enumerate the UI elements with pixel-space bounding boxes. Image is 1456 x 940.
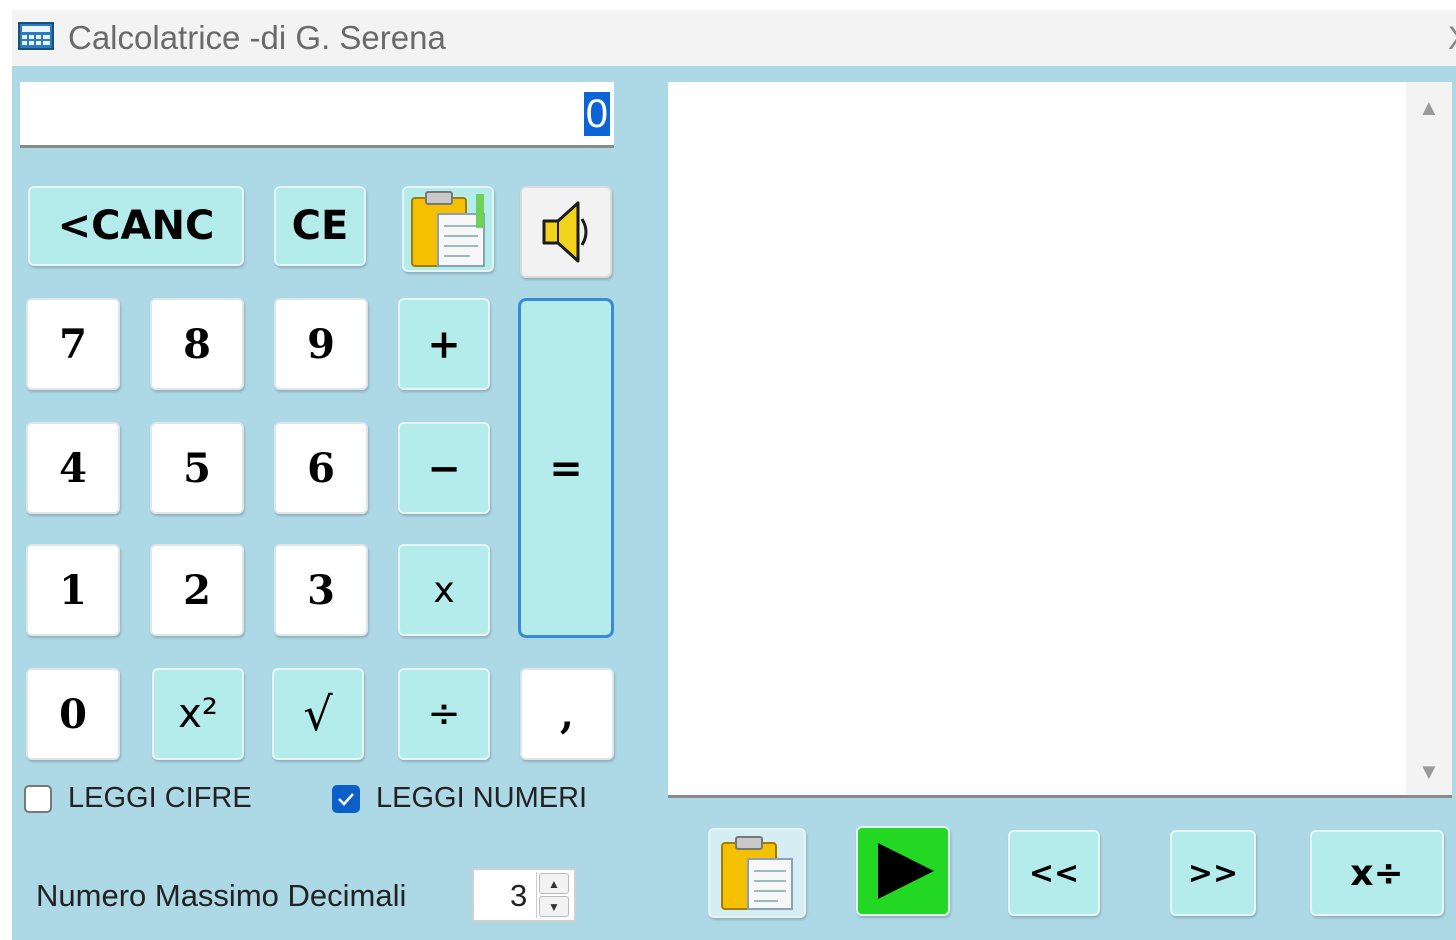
read-numbers-option[interactable]: LEGGI NUMERI [332,782,587,815]
digit-9-button[interactable]: 9 [274,298,368,390]
max-decimals-spinner[interactable]: 3 ▲ ▼ [472,868,576,922]
read-numbers-checkbox[interactable] [332,784,360,813]
read-numbers-label: LEGGI NUMERI [376,782,588,814]
digit-1-button[interactable]: 1 [26,544,120,636]
calculator-display[interactable]: 0 [20,82,614,148]
multiply-button[interactable]: x [398,544,490,636]
clipboard-paste-icon [721,836,793,910]
equals-button[interactable]: = [518,298,614,638]
close-icon[interactable]: X [1448,16,1456,60]
checkmark-icon [338,792,354,806]
operations-button[interactable]: x÷ [1310,830,1444,916]
spin-up-icon[interactable]: ▲ [539,873,569,894]
speaker-icon [542,201,588,263]
calculator-icon [18,22,54,50]
backspace-button[interactable]: <CANC [28,186,244,266]
digit-3-button[interactable]: 3 [274,544,368,636]
square-button[interactable]: x² [152,668,244,760]
history-back-button[interactable]: << [1008,830,1100,916]
scroll-up-icon[interactable]: ▲ [1418,96,1440,120]
digit-2-button[interactable]: 2 [150,544,244,636]
clipboard-paste-icon [411,191,485,267]
comma-button[interactable]: , [520,668,614,760]
title-bar: Calcolatrice -di G. Serena X [12,10,1456,66]
window-title: Calcolatrice -di G. Serena [68,19,446,56]
read-digits-option[interactable]: LEGGI CIFRE [24,782,252,815]
read-digits-label: LEGGI CIFRE [68,782,252,814]
history-paste-button[interactable] [708,828,806,918]
read-digits-checkbox[interactable] [24,784,52,813]
max-decimals-value: 3 [510,878,528,913]
history-scrollbar[interactable]: ▲ ▼ [1406,82,1452,795]
digit-7-button[interactable]: 7 [26,298,120,390]
digit-6-button[interactable]: 6 [274,422,368,514]
digit-0-button[interactable]: 0 [26,668,120,760]
play-icon [878,843,934,899]
scroll-down-icon[interactable]: ▼ [1418,760,1440,784]
minus-button[interactable]: − [398,422,490,514]
max-decimals-label: Numero Massimo Decimali [36,878,407,913]
spinner-buttons: ▲ ▼ [536,872,573,918]
display-value: 0 [583,92,610,136]
paste-button[interactable] [402,186,494,272]
history-forward-button[interactable]: >> [1170,830,1256,916]
spin-down-icon[interactable]: ▼ [539,896,569,917]
square-root-button[interactable]: √ [272,668,364,760]
digit-4-button[interactable]: 4 [26,422,120,514]
play-button[interactable] [856,826,950,916]
digit-5-button[interactable]: 5 [150,422,244,514]
speaker-button[interactable] [520,186,612,278]
plus-button[interactable]: + [398,298,490,390]
digit-8-button[interactable]: 8 [150,298,244,390]
history-textarea[interactable]: ▲ ▼ [668,82,1452,798]
divide-button[interactable]: ÷ [398,668,490,760]
clear-entry-button[interactable]: CE [274,186,366,266]
